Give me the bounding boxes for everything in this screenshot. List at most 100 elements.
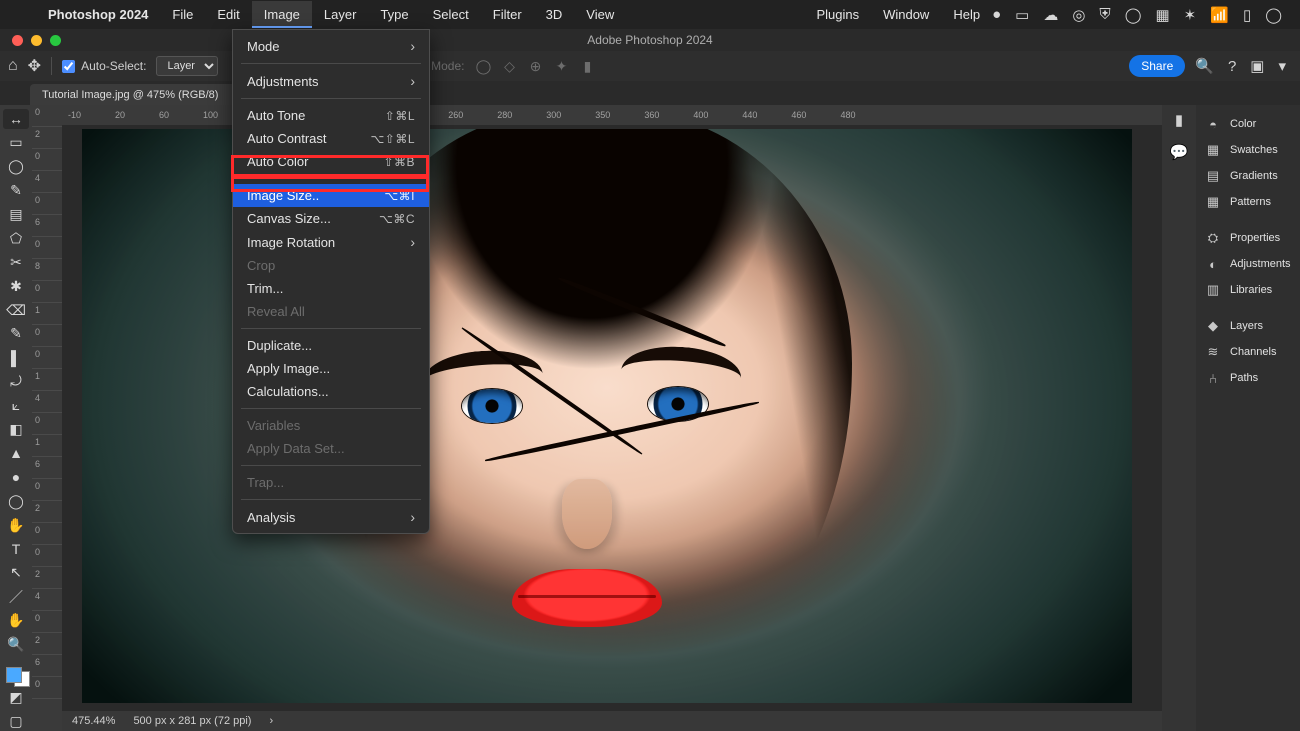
tool-button[interactable]: ▭ xyxy=(3,133,29,153)
menu-item-adjustments[interactable]: Adjustments xyxy=(233,69,429,93)
image-menu-dropdown[interactable]: Mode Adjustments Auto Tone⇧⌘LAuto Contrast… xyxy=(232,29,430,534)
menu-item-image-rotation[interactable]: Image Rotation xyxy=(233,230,429,254)
tool-button[interactable]: ⬠ xyxy=(3,228,29,248)
document-tab[interactable]: Tutorial Image.jpg @ 475% (RGB/8) xyxy=(30,84,238,105)
menubar-status-icon[interactable]: ☁ xyxy=(1043,6,1058,24)
close-window-icon[interactable] xyxy=(12,35,23,46)
auto-select-target-dropdown[interactable]: Layer xyxy=(156,56,218,76)
tool-button[interactable]: ⌫ xyxy=(3,300,29,320)
menu-item-image-size[interactable]: Image Size..⌥⌘I xyxy=(233,184,429,207)
menu-3d[interactable]: 3D xyxy=(534,1,575,28)
panel-channels[interactable]: ≋Channels xyxy=(1196,339,1300,365)
tool-button[interactable]: ◧ xyxy=(3,420,29,440)
menu-item-apply-image[interactable]: Apply Image... xyxy=(233,357,429,380)
fullscreen-window-icon[interactable] xyxy=(50,35,61,46)
workspace-icon[interactable]: ▣ xyxy=(1250,57,1264,75)
panel-paths[interactable]: ⑃Paths xyxy=(1196,365,1300,391)
menu-file[interactable]: File xyxy=(160,1,205,28)
color-swatches[interactable] xyxy=(6,667,26,684)
menu-item-canvas-size[interactable]: Canvas Size...⌥⌘C xyxy=(233,207,429,230)
tool-button[interactable]: T xyxy=(3,539,29,559)
menu-help[interactable]: Help xyxy=(941,1,992,28)
menu-item-auto-contrast[interactable]: Auto Contrast⌥⇧⌘L xyxy=(233,127,429,150)
menu-layer[interactable]: Layer xyxy=(312,1,369,28)
menu-item-calculations[interactable]: Calculations... xyxy=(233,380,429,403)
panel-gradients[interactable]: ▤Gradients xyxy=(1196,163,1300,189)
menu-window[interactable]: Window xyxy=(871,1,941,28)
menu-separator xyxy=(241,499,421,500)
tool-button[interactable]: ◯ xyxy=(3,491,29,511)
tool-button[interactable]: ↖ xyxy=(3,563,29,583)
tool-button[interactable]: ▤ xyxy=(3,205,29,225)
panel-swatches[interactable]: ▦Swatches xyxy=(1196,137,1300,163)
menu-item-trim[interactable]: Trim... xyxy=(233,277,429,300)
move-tool-icon[interactable]: ✥ xyxy=(28,56,41,76)
tool-button[interactable]: ▲ xyxy=(3,443,29,463)
tool-button[interactable]: ✱ xyxy=(3,276,29,296)
menubar-status-icon[interactable]: ▯ xyxy=(1243,6,1251,24)
tool-button[interactable]: ✎ xyxy=(3,324,29,344)
share-button[interactable]: Share xyxy=(1129,55,1185,77)
panel-properties[interactable]: ⛭Properties xyxy=(1196,225,1300,251)
menu-view[interactable]: View xyxy=(574,1,626,28)
tool-button[interactable]: ● xyxy=(3,467,29,487)
tool-button[interactable]: 🔍 xyxy=(3,635,29,655)
auto-select-label: Auto-Select: xyxy=(81,59,146,73)
mask-mode-button[interactable]: ▢ xyxy=(3,711,29,731)
collapsed-panel-icon[interactable]: ▮ xyxy=(1175,111,1183,129)
tool-button[interactable]: ↔ xyxy=(3,109,29,129)
menubar-status-icon[interactable]: ◯ xyxy=(1265,6,1282,24)
canvas-frame[interactable]: 475.44% 500 px x 281 px (72 ppi) › xyxy=(62,125,1162,731)
auto-select-checkbox[interactable]: Auto-Select: xyxy=(62,59,146,73)
menubar-status-icon[interactable]: ✶ xyxy=(1184,6,1197,24)
auto-select-input[interactable] xyxy=(62,60,75,73)
chevron-down-icon[interactable]: ▾ xyxy=(1278,57,1286,75)
menu-filter[interactable]: Filter xyxy=(481,1,534,28)
tool-button[interactable]: ⤾ xyxy=(3,372,29,392)
menu-item-duplicate[interactable]: Duplicate... xyxy=(233,334,429,357)
menu-edit[interactable]: Edit xyxy=(205,1,251,28)
menubar-status-icon[interactable]: ◎ xyxy=(1072,6,1085,24)
menu-item-mode[interactable]: Mode xyxy=(233,34,429,58)
tool-button[interactable]: ✋ xyxy=(3,515,29,535)
tool-button[interactable]: ✎ xyxy=(3,181,29,201)
panel-patterns[interactable]: ▦Patterns xyxy=(1196,189,1300,215)
panel-color[interactable]: ◓Color xyxy=(1196,111,1300,137)
menu-select[interactable]: Select xyxy=(421,1,481,28)
menu-plugins[interactable]: Plugins xyxy=(804,1,871,28)
collapsed-panel-icon[interactable]: 💬 xyxy=(1170,143,1189,161)
ruler-tick: 20 xyxy=(115,110,125,120)
menubar-status-icon[interactable]: ▦ xyxy=(1155,6,1169,24)
traffic-lights[interactable] xyxy=(12,35,61,46)
help-icon[interactable]: ? xyxy=(1228,58,1236,75)
panel-libraries[interactable]: ▥Libraries xyxy=(1196,277,1300,303)
panel-layers[interactable]: ◆Layers xyxy=(1196,313,1300,339)
menu-item-analysis[interactable]: Analysis xyxy=(233,505,429,529)
tool-button[interactable]: ▌ xyxy=(3,348,29,368)
menu-item-auto-tone[interactable]: Auto Tone⇧⌘L xyxy=(233,104,429,127)
tool-button[interactable]: ✋ xyxy=(3,611,29,631)
tool-button[interactable]: ／ xyxy=(3,587,29,607)
menu-item-label: Calculations... xyxy=(247,384,329,399)
tool-button[interactable]: ⟀ xyxy=(3,396,29,416)
menubar-status-icon[interactable]: 📶 xyxy=(1210,6,1229,24)
mask-mode-button[interactable]: ◩ xyxy=(3,687,29,707)
menu-type[interactable]: Type xyxy=(368,1,420,28)
search-icon[interactable]: 🔍 xyxy=(1195,57,1214,75)
status-chevron-icon[interactable]: › xyxy=(269,715,273,727)
app-name[interactable]: Photoshop 2024 xyxy=(36,7,160,22)
panel-adjustments[interactable]: ◐Adjustments xyxy=(1196,251,1300,277)
home-icon[interactable]: ⌂ xyxy=(8,57,18,75)
zoom-level[interactable]: 475.44% xyxy=(72,715,115,727)
foreground-color[interactable] xyxy=(6,667,22,683)
ruler-tick: 400 xyxy=(693,110,708,120)
menu-image[interactable]: Image xyxy=(252,1,312,28)
minimize-window-icon[interactable] xyxy=(31,35,42,46)
menubar-status-icon[interactable]: ▭ xyxy=(1015,6,1029,24)
menubar-status-icon[interactable]: ⛨ xyxy=(1099,6,1110,23)
menubar-status-icon[interactable]: ◯ xyxy=(1125,6,1142,24)
menu-item-auto-color[interactable]: Auto Color⇧⌘B xyxy=(233,150,429,173)
tool-button[interactable]: ◯ xyxy=(3,157,29,177)
menubar-status-icon[interactable]: ● xyxy=(992,6,1001,23)
tool-button[interactable]: ✂ xyxy=(3,252,29,272)
